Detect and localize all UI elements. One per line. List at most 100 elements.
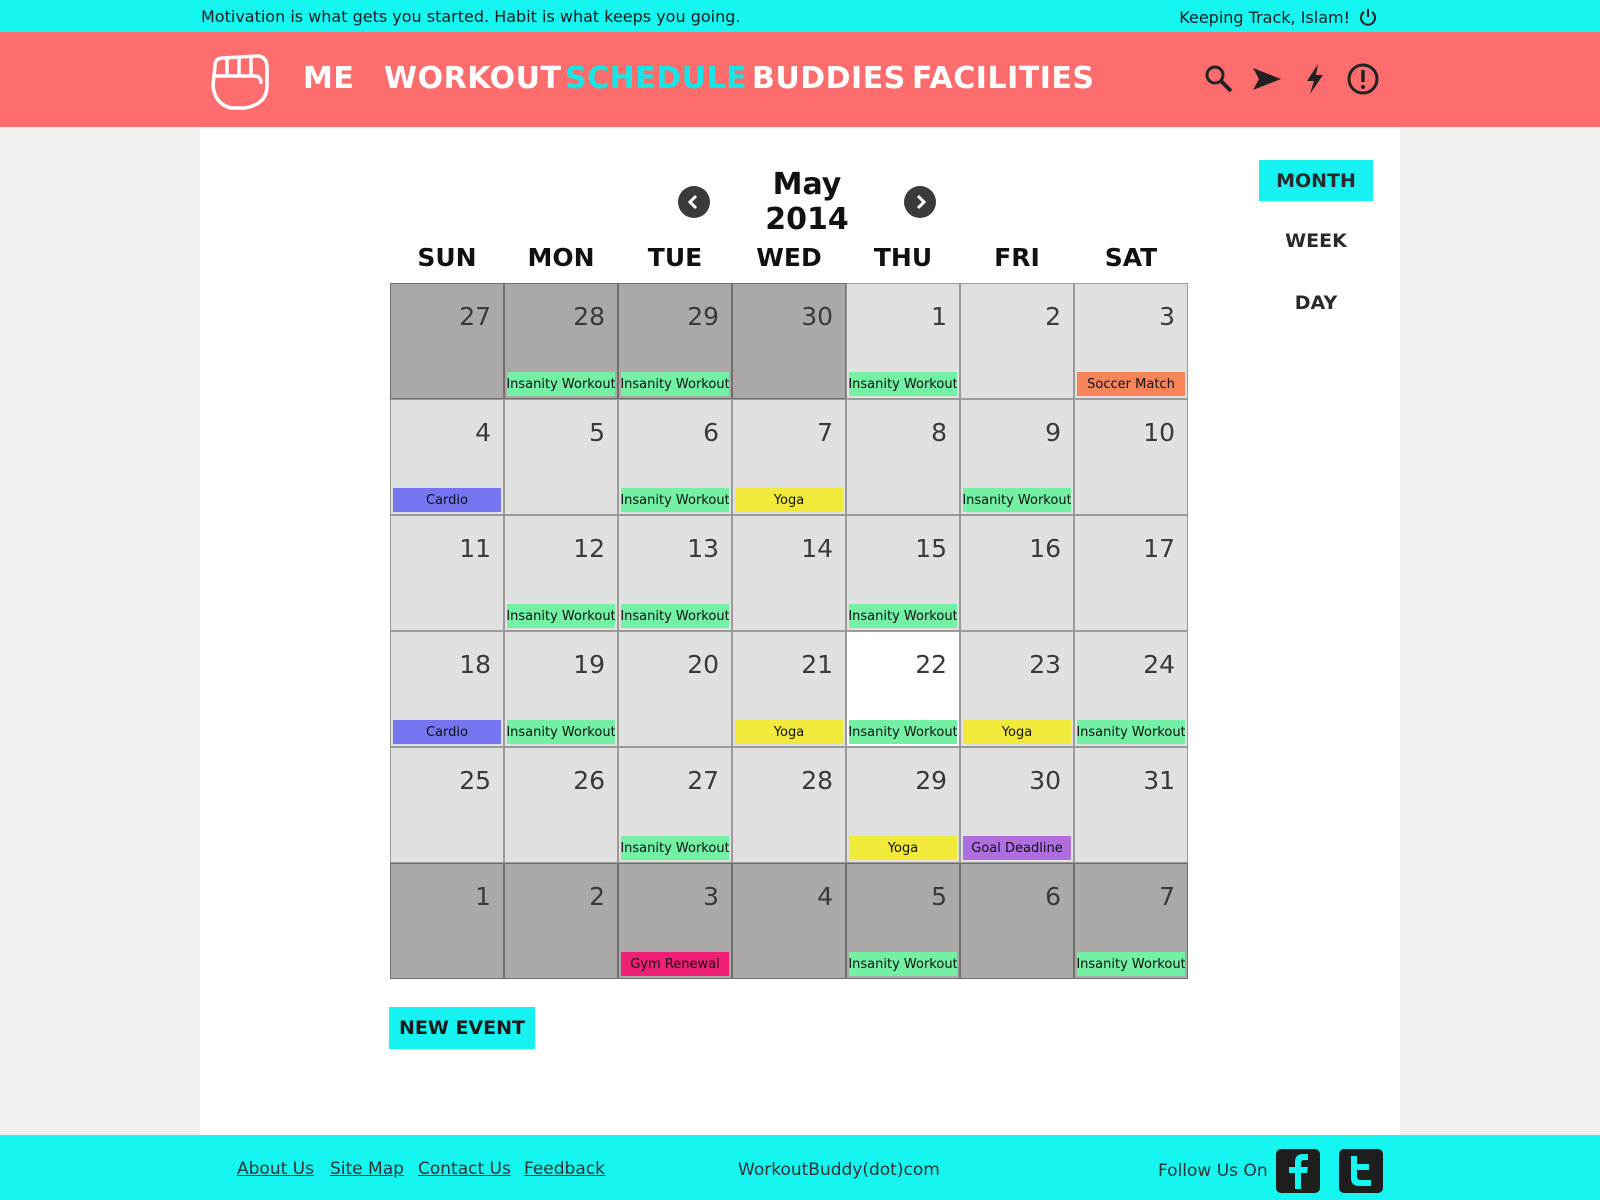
footer-link-feedback[interactable]: Feedback xyxy=(524,1159,605,1179)
view-week-button[interactable]: WEEK xyxy=(1259,220,1373,261)
prev-month-button[interactable] xyxy=(678,186,710,218)
day-number: 20 xyxy=(687,650,719,679)
calendar-day-cell[interactable]: 30 xyxy=(732,283,846,399)
calendar-day-cell[interactable]: 5 Insanity Workout xyxy=(846,863,960,979)
calendar-day-cell[interactable]: 18 Cardio xyxy=(390,631,504,747)
calendar-day-cell[interactable]: 11 xyxy=(390,515,504,631)
calendar-day-cell[interactable]: 7 Insanity Workout xyxy=(1074,863,1188,979)
next-month-button[interactable] xyxy=(904,186,936,218)
calendar-day-cell[interactable]: 6 Insanity Workout xyxy=(618,399,732,515)
day-number: 25 xyxy=(459,766,491,795)
event-chip-yoga[interactable]: Yoga xyxy=(849,836,957,860)
event-chip-insanity[interactable]: Insanity Workout xyxy=(849,952,957,976)
day-number: 7 xyxy=(817,418,833,447)
calendar-day-cell[interactable]: 20 xyxy=(618,631,732,747)
event-chip-insanity[interactable]: Insanity Workout xyxy=(507,604,615,628)
day-number: 6 xyxy=(703,418,719,447)
footer-link-about[interactable]: About Us xyxy=(237,1159,314,1179)
search-icon[interactable] xyxy=(1202,62,1236,96)
calendar-day-cell[interactable]: 7 Yoga xyxy=(732,399,846,515)
event-chip-insanity[interactable]: Insanity Workout xyxy=(621,488,729,512)
event-chip-insanity[interactable]: Insanity Workout xyxy=(621,604,729,628)
view-month-button[interactable]: MONTH xyxy=(1259,160,1373,201)
nav-schedule[interactable]: SCHEDULE xyxy=(565,61,747,96)
nav-me[interactable]: ME xyxy=(303,61,354,96)
calendar-day-cell[interactable]: 17 xyxy=(1074,515,1188,631)
event-chip-yoga[interactable]: Yoga xyxy=(735,488,843,512)
calendar-day-cell[interactable]: 29 Yoga xyxy=(846,747,960,863)
calendar-day-cell[interactable]: 19 Insanity Workout xyxy=(504,631,618,747)
calendar-day-cell[interactable]: 10 xyxy=(1074,399,1188,515)
calendar-day-cell[interactable]: 27 xyxy=(390,283,504,399)
day-number: 2 xyxy=(589,882,605,911)
dow-fri: FRI xyxy=(994,243,1040,272)
event-chip-cardio[interactable]: Cardio xyxy=(393,488,501,512)
calendar-day-cell[interactable]: 4 Cardio xyxy=(390,399,504,515)
calendar-day-cell[interactable]: 26 xyxy=(504,747,618,863)
calendar-day-cell[interactable]: 16 xyxy=(960,515,1074,631)
calendar-day-cell[interactable]: 27 Insanity Workout xyxy=(618,747,732,863)
calendar-day-cell[interactable]: 2 xyxy=(504,863,618,979)
day-number: 5 xyxy=(589,418,605,447)
alert-icon[interactable] xyxy=(1346,62,1380,96)
power-icon[interactable] xyxy=(1358,7,1378,27)
event-chip-insanity[interactable]: Insanity Workout xyxy=(849,720,957,744)
event-chip-cardio[interactable]: Cardio xyxy=(393,720,501,744)
calendar-day-cell-today[interactable]: 22 Insanity Workout xyxy=(846,631,960,747)
calendar-day-cell[interactable]: 12 Insanity Workout xyxy=(504,515,618,631)
calendar-day-cell[interactable]: 25 xyxy=(390,747,504,863)
send-icon[interactable] xyxy=(1250,62,1284,96)
footer: About Us Site Map Contact Us Feedback Wo… xyxy=(0,1135,1600,1200)
calendar-day-cell[interactable]: 30 Goal Deadline xyxy=(960,747,1074,863)
footer-link-sitemap[interactable]: Site Map xyxy=(330,1159,404,1179)
nav-workout[interactable]: WORKOUT xyxy=(384,61,561,96)
calendar-day-cell[interactable]: 23 Yoga xyxy=(960,631,1074,747)
event-chip-yoga[interactable]: Yoga xyxy=(963,720,1071,744)
calendar-day-cell[interactable]: 3 Gym Renewal xyxy=(618,863,732,979)
event-chip-insanity[interactable]: Insanity Workout xyxy=(621,372,729,396)
event-chip-insanity[interactable]: Insanity Workout xyxy=(1077,952,1185,976)
footer-link-contact[interactable]: Contact Us xyxy=(418,1159,511,1179)
view-day-button[interactable]: DAY xyxy=(1259,282,1373,323)
nav-buddies[interactable]: BUDDIES xyxy=(752,61,906,96)
new-event-button[interactable]: NEW EVENT xyxy=(389,1007,535,1049)
facebook-icon[interactable] xyxy=(1276,1149,1320,1193)
lightning-icon[interactable] xyxy=(1298,62,1332,96)
calendar-day-cell[interactable]: 14 xyxy=(732,515,846,631)
calendar-day-cell[interactable]: 31 xyxy=(1074,747,1188,863)
calendar-day-cell[interactable]: 15 Insanity Workout xyxy=(846,515,960,631)
calendar-day-cell[interactable]: 9 Insanity Workout xyxy=(960,399,1074,515)
event-chip-soccer[interactable]: Soccer Match xyxy=(1077,372,1185,396)
calendar-day-cell[interactable]: 2 xyxy=(960,283,1074,399)
event-chip-insanity[interactable]: Insanity Workout xyxy=(849,604,957,628)
day-number: 29 xyxy=(915,766,947,795)
calendar-day-cell[interactable]: 28 Insanity Workout xyxy=(504,283,618,399)
calendar-day-cell[interactable]: 8 xyxy=(846,399,960,515)
calendar-day-cell[interactable]: 21 Yoga xyxy=(732,631,846,747)
event-chip-insanity[interactable]: Insanity Workout xyxy=(963,488,1071,512)
event-chip-yoga[interactable]: Yoga xyxy=(735,720,843,744)
calendar-day-cell[interactable]: 6 xyxy=(960,863,1074,979)
calendar-day-cell[interactable]: 24 Insanity Workout xyxy=(1074,631,1188,747)
calendar-day-cell[interactable]: 29 Insanity Workout xyxy=(618,283,732,399)
calendar-day-cell[interactable]: 5 xyxy=(504,399,618,515)
day-number: 4 xyxy=(817,882,833,911)
calendar-day-cell[interactable]: 1 xyxy=(390,863,504,979)
calendar-day-cell[interactable]: 1 Insanity Workout xyxy=(846,283,960,399)
schedule-panel: May 2014 MONTH WEEK DAY SUN MON TUE WED THU F… xyxy=(200,127,1400,1135)
twitter-icon[interactable] xyxy=(1339,1149,1383,1193)
event-chip-insanity[interactable]: Insanity Workout xyxy=(621,836,729,860)
nav-facilities[interactable]: FACILITIES xyxy=(912,61,1094,96)
chevron-left-icon xyxy=(687,194,698,210)
event-chip-gym[interactable]: Gym Renewal xyxy=(621,952,729,976)
event-chip-insanity[interactable]: Insanity Workout xyxy=(1077,720,1185,744)
fist-logo-icon[interactable] xyxy=(205,46,273,114)
calendar-day-cell[interactable]: 4 xyxy=(732,863,846,979)
event-chip-insanity[interactable]: Insanity Workout xyxy=(849,372,957,396)
calendar-day-cell[interactable]: 3 Soccer Match xyxy=(1074,283,1188,399)
calendar-day-cell[interactable]: 28 xyxy=(732,747,846,863)
event-chip-insanity[interactable]: Insanity Workout xyxy=(507,720,615,744)
event-chip-insanity[interactable]: Insanity Workout xyxy=(507,372,615,396)
calendar-day-cell[interactable]: 13 Insanity Workout xyxy=(618,515,732,631)
event-chip-goal[interactable]: Goal Deadline xyxy=(963,836,1071,860)
